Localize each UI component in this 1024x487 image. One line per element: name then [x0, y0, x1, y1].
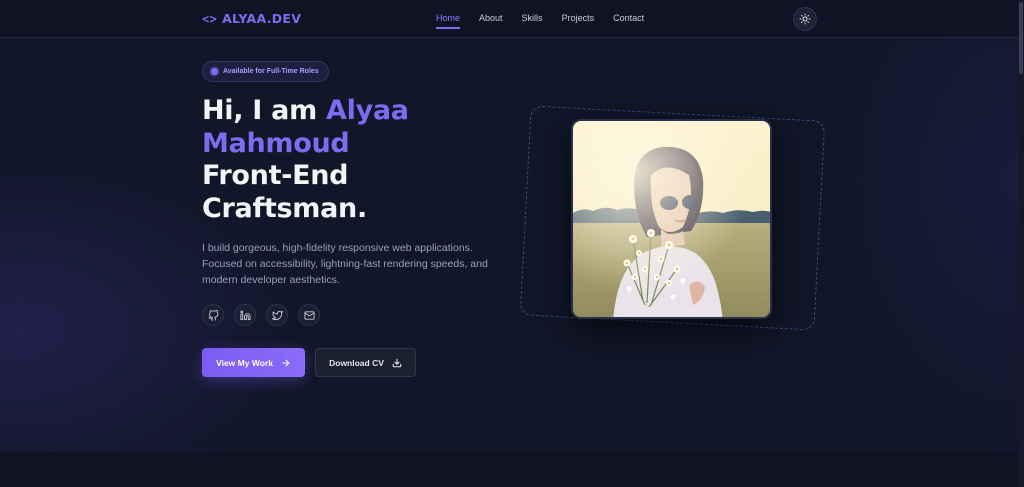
profile-photo: [571, 119, 772, 319]
view-my-work-button[interactable]: View My Work: [202, 348, 305, 377]
hero-headline: Hi, I am Alyaa Mahmoud Front-End Craftsm…: [202, 95, 522, 225]
sun-icon: [799, 13, 811, 25]
headline-name-last: Mahmoud: [202, 127, 350, 159]
linkedin-link[interactable]: [234, 304, 256, 326]
nav-links: Home About Skills Projects Contact: [436, 13, 663, 29]
profile-photo-image: [573, 121, 770, 317]
download-cv-button[interactable]: Download CV: [315, 348, 416, 377]
code-icon: <>: [202, 11, 218, 26]
mail-link[interactable]: [298, 304, 320, 326]
twitter-link[interactable]: [266, 304, 288, 326]
github-icon: [207, 309, 218, 321]
headline-name-first: Alyaa: [326, 95, 409, 126]
status-dot-icon: [211, 68, 218, 75]
nav-link-skills[interactable]: Skills: [522, 13, 543, 23]
scrollbar-thumb[interactable]: [1019, 2, 1023, 74]
nav-link-home[interactable]: Home: [436, 13, 461, 29]
twitter-icon: [271, 310, 283, 320]
github-link[interactable]: [202, 304, 224, 326]
nav-link-about[interactable]: About: [479, 13, 503, 23]
mail-icon: [303, 310, 315, 320]
social-links: [202, 304, 320, 326]
logo-text: ALYAA.DEV: [222, 11, 302, 26]
linkedin-icon: [239, 309, 251, 320]
hero-intro: I build gorgeous, high-fidelity responsi…: [202, 242, 488, 286]
availability-badge: Available for Full-Time Roles: [202, 61, 329, 82]
nav-link-contact[interactable]: Contact: [613, 13, 644, 23]
headline-role-line1: Front-End: [202, 160, 349, 191]
nav-link-projects[interactable]: Projects: [562, 13, 595, 23]
availability-badge-label: Available for Full-Time Roles: [223, 68, 319, 75]
headline-role-line2: Craftsman.: [202, 192, 367, 224]
page: <> ALYAA.DEV Home About Skills Projects …: [0, 0, 1018, 487]
download-cv-label: Download CV: [329, 357, 384, 368]
view-my-work-label: View My Work: [216, 357, 273, 368]
theme-toggle-button[interactable]: [793, 7, 817, 31]
arrow-right-icon: [282, 359, 290, 366]
download-icon: [392, 358, 402, 367]
top-nav: <> ALYAA.DEV Home About Skills Projects …: [0, 0, 1018, 38]
next-section-edge: [0, 452, 1018, 487]
scrollbar[interactable]: [1018, 0, 1024, 487]
headline-prefix: Hi, I am: [202, 95, 327, 126]
logo[interactable]: <> ALYAA.DEV: [202, 11, 301, 26]
